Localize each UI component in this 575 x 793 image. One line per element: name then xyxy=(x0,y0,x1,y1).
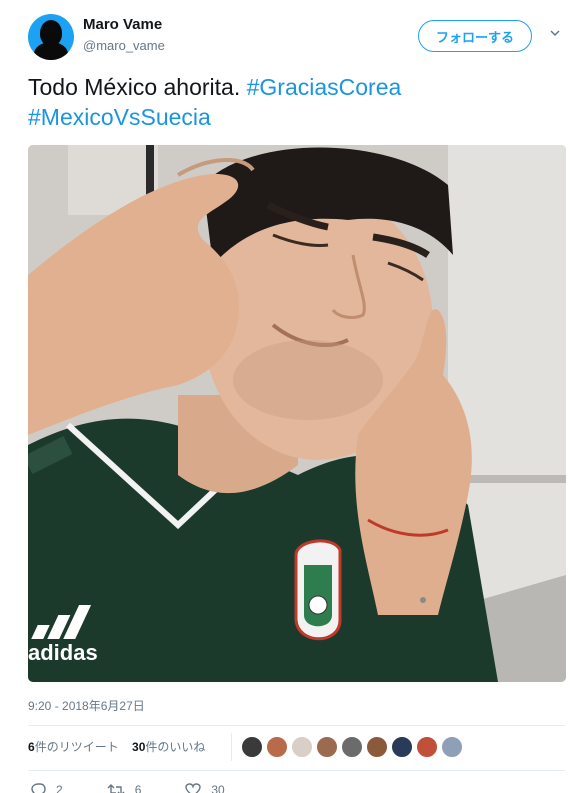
like-stat[interactable]: 30件のいいね xyxy=(132,738,205,755)
liker-avatar[interactable] xyxy=(391,736,413,758)
reply-count: 2 xyxy=(56,783,63,793)
jersey-brand-text: adidas xyxy=(28,640,98,665)
reply-icon xyxy=(31,783,46,793)
chevron-down-icon[interactable] xyxy=(550,28,560,38)
photo-illustration: adidas xyxy=(28,145,566,682)
user-handle[interactable]: @maro_vame xyxy=(83,38,165,53)
user-avatar[interactable] xyxy=(28,14,74,60)
retweet-stat-count: 6 xyxy=(28,740,35,754)
hashtag-link[interactable]: #GraciasCorea xyxy=(247,74,402,100)
liker-avatar[interactable] xyxy=(241,736,263,758)
retweet-count: 6 xyxy=(134,783,142,793)
liker-avatar[interactable] xyxy=(341,736,363,758)
tweet-header: Maro Vame @maro_vame フォローする xyxy=(0,0,575,64)
user-name[interactable]: Maro Vame xyxy=(83,16,162,33)
like-button[interactable]: 30 xyxy=(185,783,225,793)
liker-avatar[interactable] xyxy=(291,736,313,758)
tweet-photo[interactable]: adidas xyxy=(28,145,566,682)
tweet-body-text: Todo México ahorita. xyxy=(28,74,247,100)
stats-separator xyxy=(231,733,232,761)
liker-avatar[interactable] xyxy=(366,736,388,758)
liker-avatar[interactable] xyxy=(416,736,438,758)
like-stat-label: 件のいいね xyxy=(145,740,206,754)
like-stat-count: 30 xyxy=(132,740,146,754)
retweet-icon xyxy=(107,784,125,793)
retweet-button[interactable]: 6 xyxy=(107,783,142,793)
tweet-text: Todo México ahorita. #GraciasCorea #Mexi… xyxy=(28,72,558,132)
retweet-stat[interactable]: 6件のリツイート xyxy=(28,738,119,755)
divider xyxy=(28,725,565,726)
tweet-stats: 6件のリツイート 30件のいいね xyxy=(28,738,215,755)
liker-avatar[interactable] xyxy=(441,736,463,758)
heart-icon xyxy=(185,783,202,793)
liker-avatar[interactable] xyxy=(266,736,288,758)
retweet-stat-label: 件のリツイート xyxy=(34,740,119,754)
like-count: 30 xyxy=(211,783,225,793)
liker-avatars xyxy=(241,736,466,758)
tweet-actions: 2 6 30 xyxy=(30,783,269,793)
reply-button[interactable]: 2 xyxy=(30,783,63,793)
divider xyxy=(28,770,565,771)
tweet-timestamp[interactable]: 9:20 - 2018年6月27日 xyxy=(28,697,145,714)
hashtag-link[interactable]: #MexicoVsSuecia xyxy=(28,104,211,130)
liker-avatar[interactable] xyxy=(316,736,338,758)
follow-button[interactable]: フォローする xyxy=(418,20,532,52)
